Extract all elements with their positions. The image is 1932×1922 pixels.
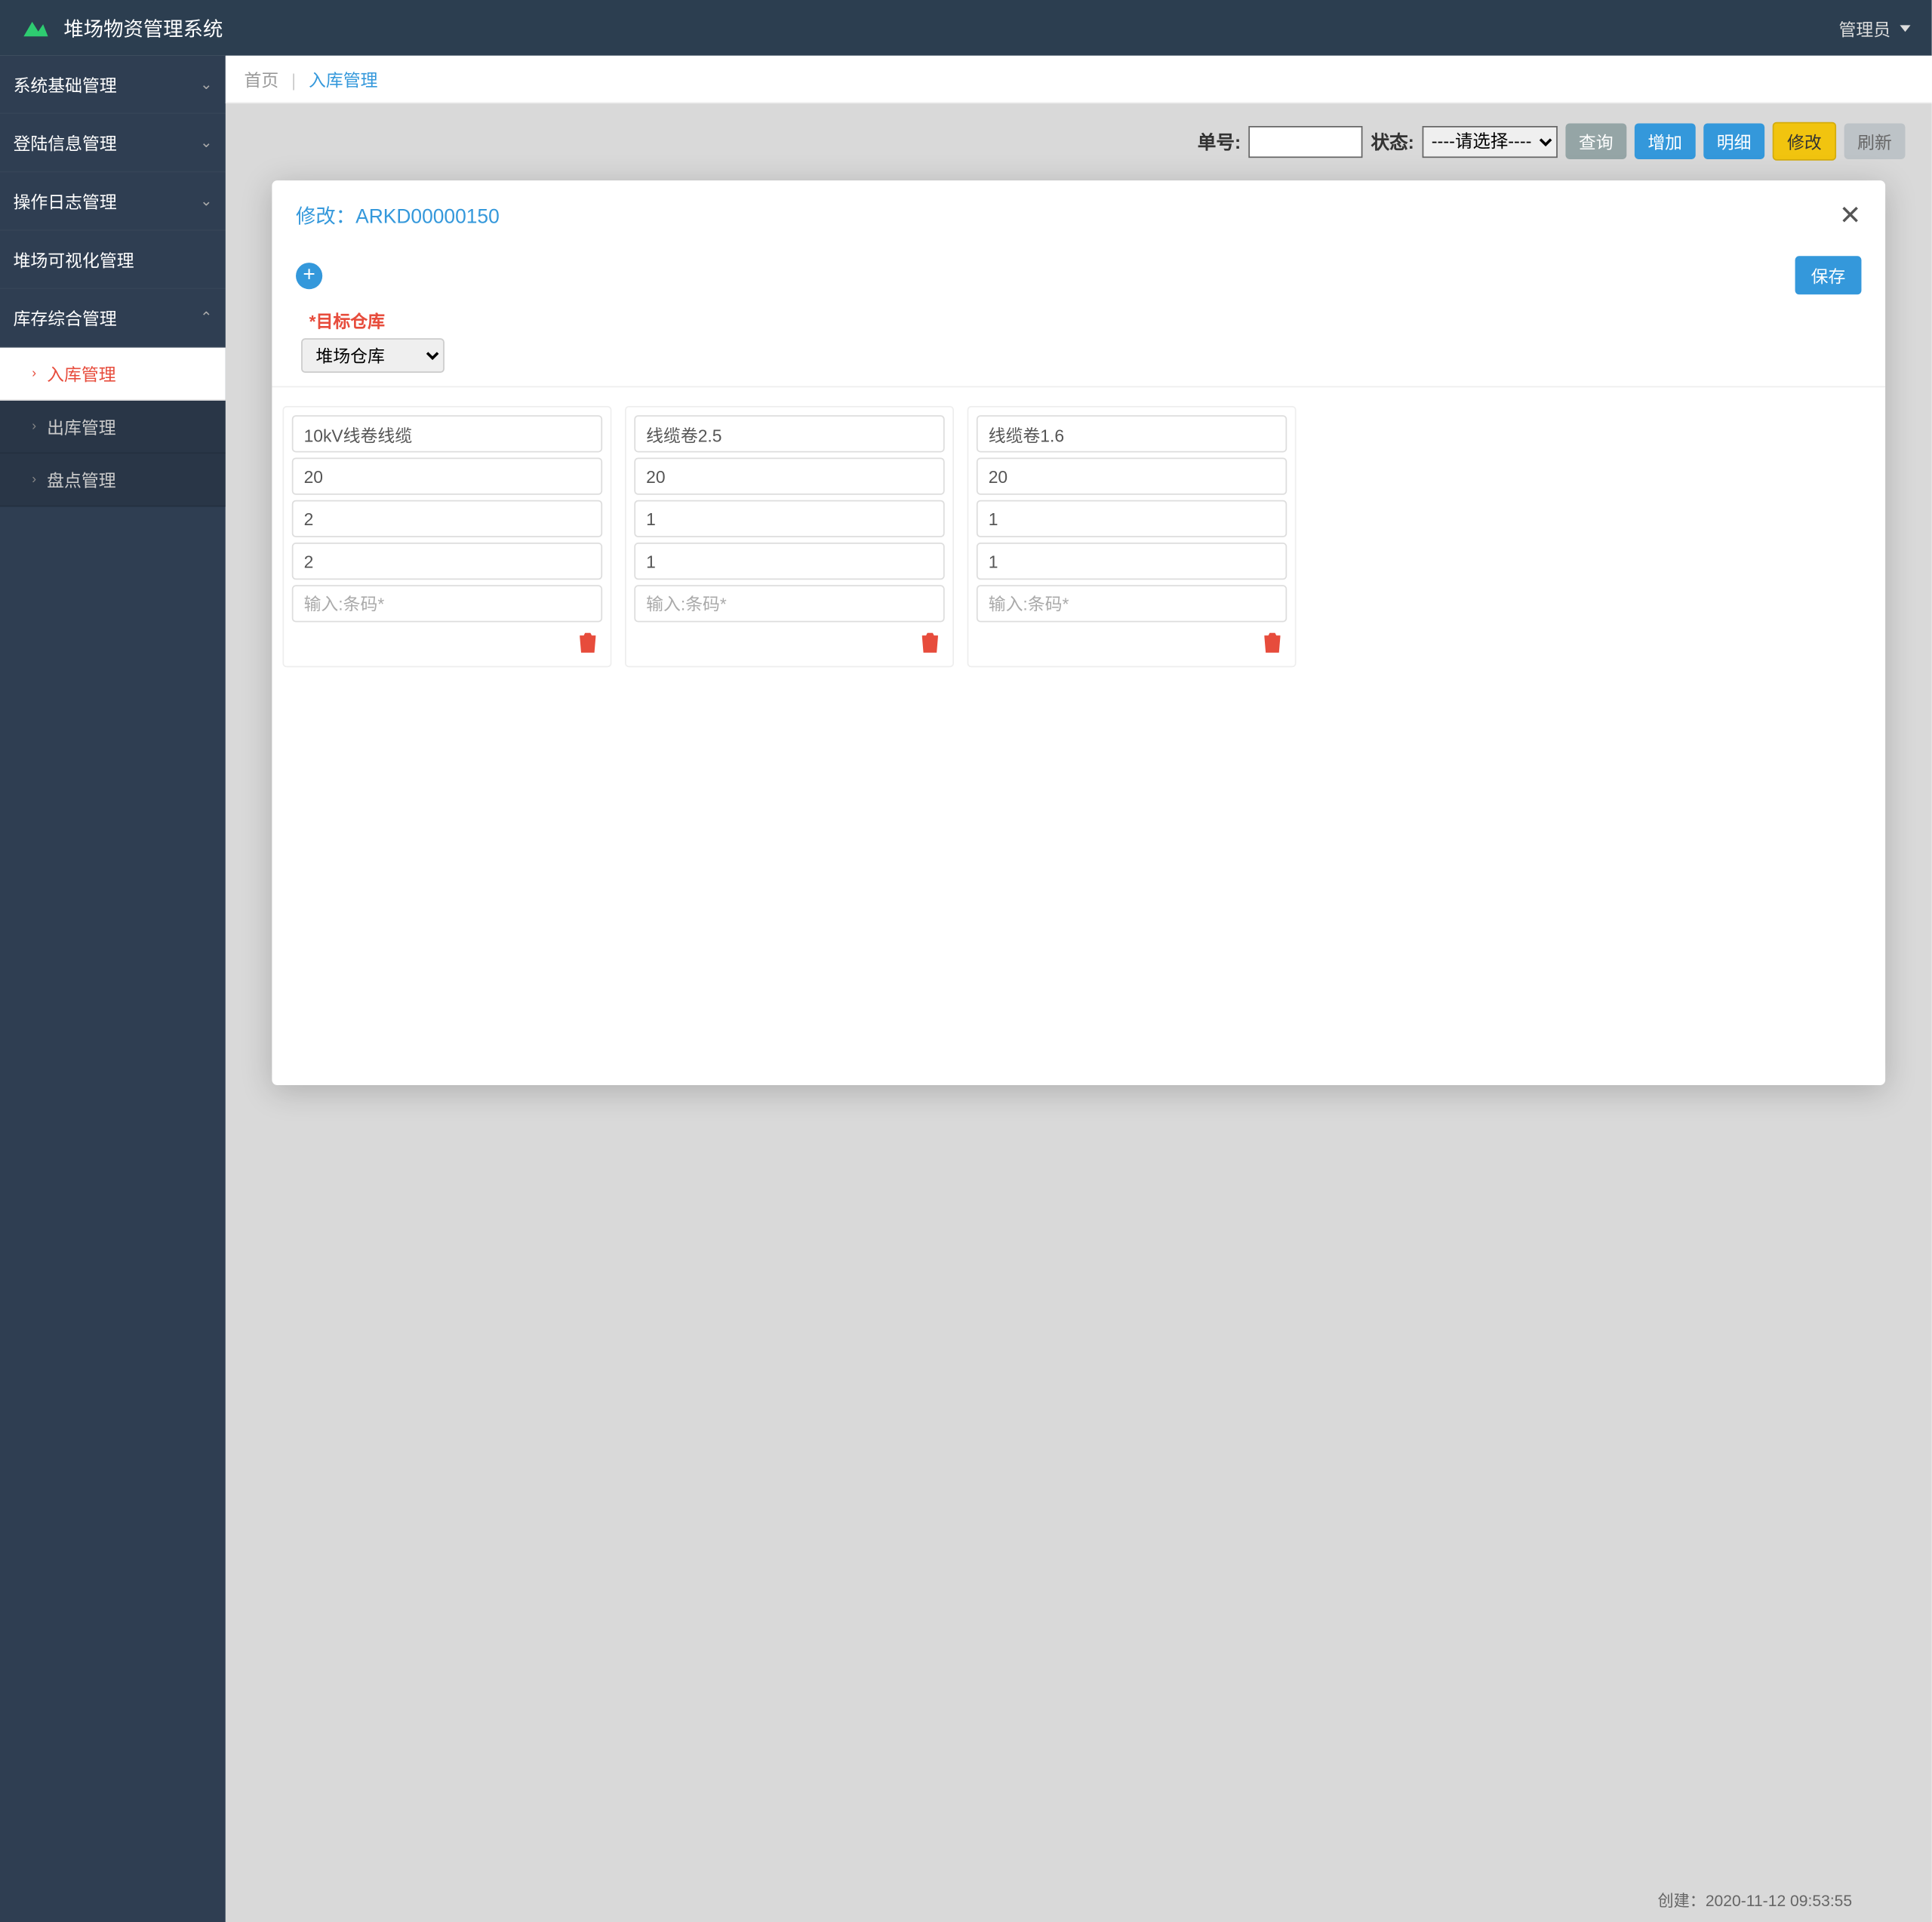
target-warehouse-select[interactable]: 堆场仓库 (301, 338, 445, 373)
submenu-label: 入库管理 (47, 361, 115, 386)
order-input[interactable] (1249, 125, 1363, 157)
chevron-right-icon: › (32, 366, 36, 380)
menu-group-login[interactable]: 登陆信息管理 ⌄ (0, 114, 226, 172)
item-field-1[interactable] (634, 458, 944, 495)
delete-item-button[interactable] (576, 630, 600, 660)
menu-label: 操作日志管理 (14, 189, 117, 214)
chevron-down-icon: ⌄ (200, 75, 212, 93)
sidebar: 系统基础管理 ⌄ 登陆信息管理 ⌄ 操作日志管理 ⌄ 堆场可视化管理 库存综合管… (0, 56, 226, 1922)
target-warehouse-label: *目标仓库 (309, 308, 1857, 333)
order-label: 单号: (1198, 128, 1241, 155)
status-label: 状态: (1371, 128, 1414, 155)
breadcrumb-current: 入库管理 (309, 70, 377, 90)
menu-group-log[interactable]: 操作日志管理 ⌄ (0, 173, 226, 231)
status-select[interactable]: ----请选择---- (1422, 125, 1557, 157)
trash-icon (578, 633, 597, 654)
item-name-input[interactable] (634, 415, 944, 452)
item-field-2[interactable] (977, 500, 1287, 537)
add-button[interactable]: 增加 (1635, 123, 1696, 158)
main-content: 首页 | 入库管理 单号: 状态: ----请选择---- 查询 增加 (226, 56, 1932, 1922)
search-button[interactable]: 查询 (1565, 123, 1626, 158)
item-name-input[interactable] (977, 415, 1287, 452)
submenu-stocktake[interactable]: › 盘点管理 (0, 454, 226, 506)
item-card (282, 406, 611, 667)
add-item-button[interactable]: + (296, 262, 322, 288)
breadcrumb: 首页 | 入库管理 (226, 56, 1932, 103)
delete-item-button[interactable] (918, 630, 943, 660)
item-cards-row (272, 387, 1885, 686)
app-header: 堆场物资管理系统 管理员 (0, 0, 1932, 56)
chevron-down-icon: ⌄ (200, 192, 212, 210)
item-barcode-input[interactable] (977, 585, 1287, 622)
behind-created-info: 创建：2020-11-12 09:53:55 (1658, 1889, 1853, 1911)
menu-label: 系统基础管理 (14, 72, 117, 97)
modal-close-button[interactable]: ✕ (1839, 199, 1861, 232)
chevron-down-icon: ⌄ (200, 134, 212, 152)
delete-item-button[interactable] (1260, 630, 1284, 660)
item-barcode-input[interactable] (634, 585, 944, 622)
item-field-3[interactable] (292, 543, 602, 580)
item-field-3[interactable] (977, 543, 1287, 580)
refresh-button[interactable]: 刷新 (1844, 123, 1906, 158)
user-label: 管理员 (1839, 15, 1891, 40)
menu-group-visual[interactable]: 堆场可视化管理 (0, 231, 226, 289)
chevron-up-icon: ⌃ (200, 309, 212, 327)
item-field-2[interactable] (634, 500, 944, 537)
item-field-3[interactable] (634, 543, 944, 580)
menu-group-system[interactable]: 系统基础管理 ⌄ (0, 56, 226, 114)
logo-icon (21, 16, 51, 40)
menu-label: 登陆信息管理 (14, 130, 117, 155)
item-field-2[interactable] (292, 500, 602, 537)
chevron-right-icon: › (32, 472, 36, 487)
modal-title: 修改：ARKD00000150 (296, 201, 500, 229)
detail-button[interactable]: 明细 (1703, 123, 1764, 158)
item-field-1[interactable] (977, 458, 1287, 495)
item-field-1[interactable] (292, 458, 602, 495)
item-card (625, 406, 954, 667)
submenu-label: 出库管理 (47, 414, 115, 438)
menu-label: 库存综合管理 (14, 305, 117, 330)
app-title: 堆场物资管理系统 (63, 14, 223, 42)
save-button[interactable]: 保存 (1795, 256, 1862, 294)
trash-icon (921, 633, 940, 654)
item-barcode-input[interactable] (292, 585, 602, 622)
submenu-outbound[interactable]: › 出库管理 (0, 401, 226, 454)
user-menu[interactable]: 管理员 (1839, 15, 1911, 40)
item-card (968, 406, 1297, 667)
menu-group-inventory[interactable]: 库存综合管理 ⌃ (0, 289, 226, 347)
submenu-inbound[interactable]: › 入库管理 (0, 348, 226, 401)
breadcrumb-home[interactable]: 首页 (244, 70, 278, 90)
breadcrumb-separator: | (291, 70, 296, 90)
item-name-input[interactable] (292, 415, 602, 452)
filter-bar: 单号: 状态: ----请选择---- 查询 增加 明细 修改 刷新 (226, 103, 1932, 179)
content-area: 单号: 状态: ----请选择---- 查询 增加 明细 修改 刷新 创建：20… (226, 103, 1932, 1922)
caret-down-icon (1900, 25, 1910, 32)
submenu-label: 盘点管理 (47, 467, 115, 492)
edit-button[interactable]: 修改 (1773, 122, 1836, 161)
edit-modal: 修改：ARKD00000150 ✕ + 保存 *目标仓库 堆场仓库 (272, 180, 1885, 1085)
chevron-right-icon: › (32, 420, 36, 434)
menu-label: 堆场可视化管理 (14, 247, 134, 272)
trash-icon (1263, 633, 1282, 654)
submenu-inventory: › 入库管理 › 出库管理 › 盘点管理 (0, 348, 226, 507)
